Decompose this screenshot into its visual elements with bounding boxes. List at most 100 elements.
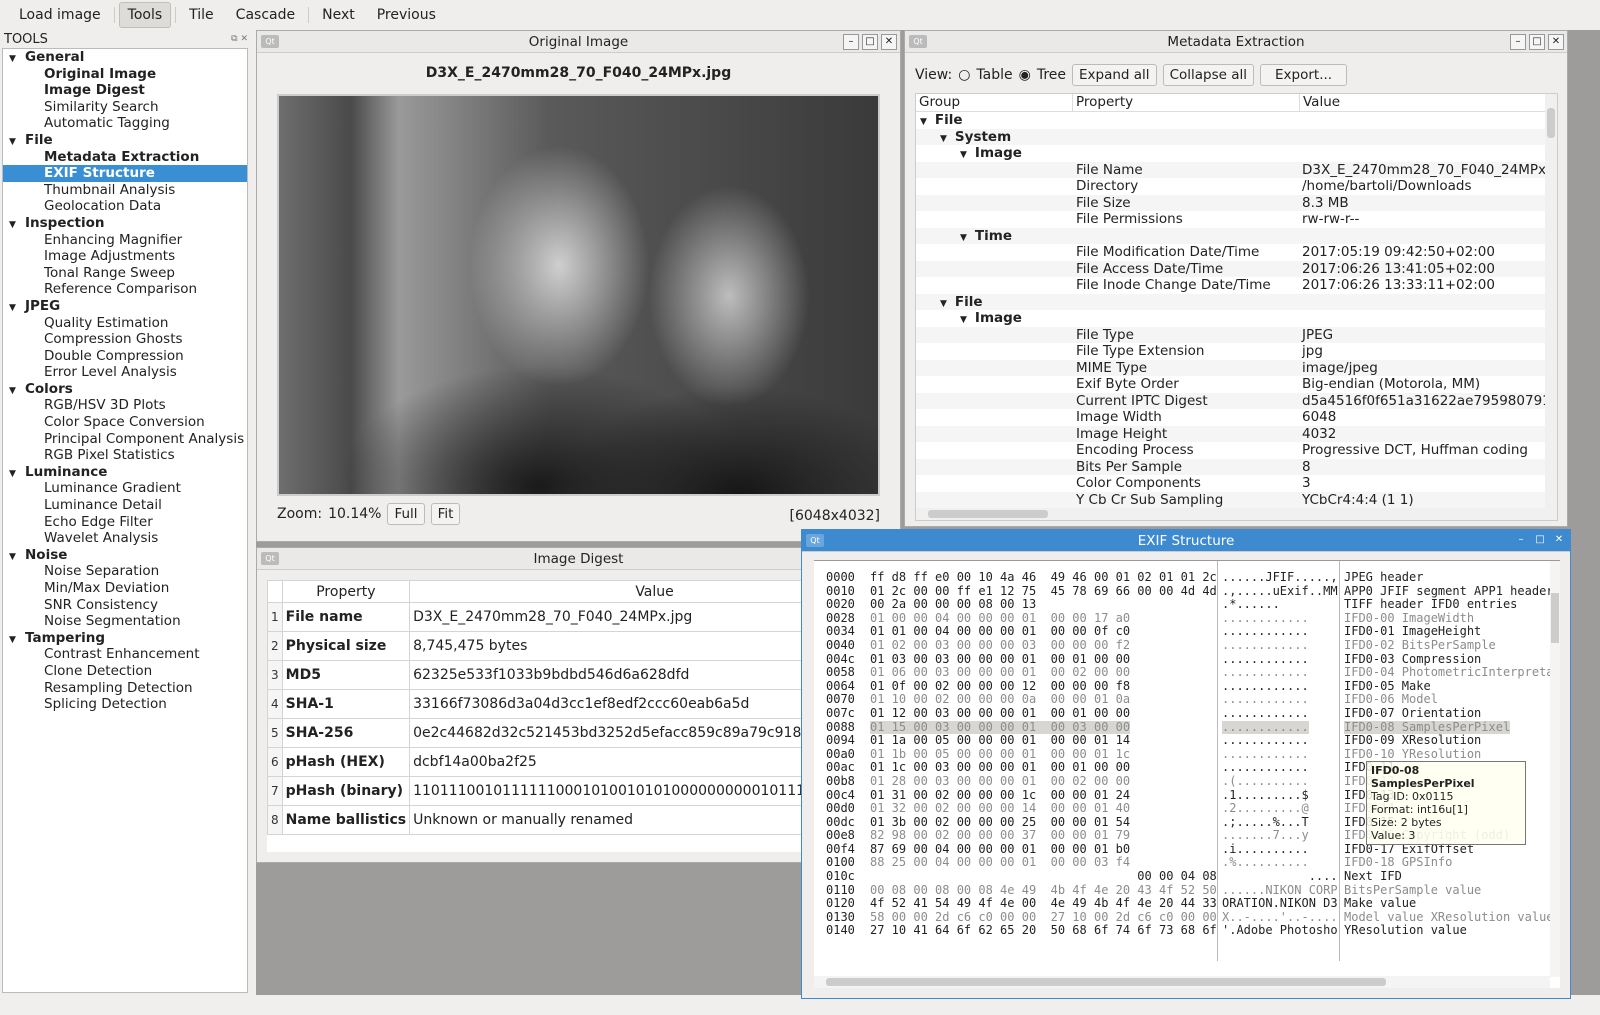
hex-row[interactable]: 0064 01 0f 00 02 00 00 00 12 00 00 00 f8.…: [822, 679, 1542, 694]
toolbar-previous-button[interactable]: Previous: [368, 2, 445, 28]
expanded-arrow-icon[interactable]: ▼: [9, 383, 25, 400]
tree-row[interactable]: Image Width 6048: [916, 409, 1557, 426]
hex-row[interactable]: 0028 01 00 00 04 00 00 00 01 00 00 17 a0.…: [822, 611, 1542, 626]
tree-item-reference-comparison[interactable]: Reference Comparison: [3, 281, 247, 298]
tree-row[interactable]: File Access Date/Time 2017:06:26 13:41:05…: [916, 260, 1557, 277]
tree-radio-label[interactable]: Tree: [1037, 67, 1066, 83]
table-radio-label[interactable]: Table: [976, 67, 1012, 83]
toolbar-next-button[interactable]: Next: [313, 2, 364, 28]
expanded-arrow-icon[interactable]: ▼: [940, 134, 947, 144]
metadata-tree[interactable]: Group Property Value ▼ File ▼ System ▼ Image F…: [915, 93, 1558, 521]
hex-row[interactable]: 0120 4f 52 41 54 49 4f 4e 00 4e 49 4b 4f …: [822, 897, 1542, 911]
tree-item-wavelet-analysis[interactable]: Wavelet Analysis: [3, 530, 247, 547]
hex-row[interactable]: 0020 00 2a 00 00 00 08 00 13 .*...... TIFF …: [822, 598, 1542, 612]
tree-row[interactable]: Color Components 3: [916, 475, 1557, 492]
tree-category-inspection[interactable]: ▼ Inspection: [3, 215, 247, 232]
tree-item-color-space-conversion[interactable]: Color Space Conversion: [3, 414, 247, 431]
tree-row[interactable]: Current IPTC Digest d5a4516f0f651a31622ae…: [916, 392, 1557, 409]
tree-row[interactable]: Exif Byte Order Big-endian (Motorola, MM): [916, 376, 1557, 393]
tree-item-exif-structure[interactable]: EXIF Structure: [3, 165, 247, 182]
tree-item-resampling-detection[interactable]: Resampling Detection: [3, 680, 247, 697]
hex-row[interactable]: 0000 ff d8 ff e0 00 10 4a 46 49 46 00 01 …: [822, 570, 1542, 585]
horizontal-scrollbar[interactable]: [814, 976, 1550, 988]
expanded-arrow-icon[interactable]: ▼: [9, 217, 25, 234]
table-radio[interactable]: ○: [958, 67, 970, 83]
fit-button[interactable]: Fit: [430, 503, 461, 525]
hex-row[interactable]: 007c 01 12 00 03 00 00 00 01 00 01 00 00.…: [822, 706, 1542, 721]
hex-row[interactable]: 0100 88 25 00 04 00 00 00 01 00 00 03 f4.…: [822, 856, 1542, 870]
column-property[interactable]: Property: [281, 580, 411, 603]
tree-row[interactable]: MIME Type image/jpeg: [916, 359, 1557, 376]
hex-row[interactable]: 0040 01 02 00 03 00 00 00 03 00 00 00 f2.…: [822, 638, 1542, 653]
tree-row[interactable]: Image Height 4032: [916, 425, 1557, 442]
tree-item-geolocation-data[interactable]: Geolocation Data: [3, 198, 247, 215]
tree-item-clone-detection[interactable]: Clone Detection: [3, 663, 247, 680]
hex-row[interactable]: 0110 00 08 00 08 00 08 4e 49 4b 4f 4e 20 …: [822, 883, 1542, 898]
tree-item-thumbnail-analysis[interactable]: Thumbnail Analysis: [3, 182, 247, 199]
tree-item-rgb-pixel-statistics[interactable]: RGB Pixel Statistics: [3, 447, 247, 464]
tree-item-enhancing-magnifier[interactable]: Enhancing Magnifier: [3, 232, 247, 249]
expanded-arrow-icon[interactable]: ▼: [9, 51, 25, 68]
tree-item-image-digest[interactable]: Image Digest: [3, 82, 247, 99]
toolbar-cascade-button[interactable]: Cascade: [227, 2, 304, 28]
hex-row[interactable]: 0058 01 06 00 03 00 00 00 01 00 02 00 00.…: [822, 666, 1560, 680]
tree-item-quality-estimation[interactable]: Quality Estimation: [3, 315, 247, 332]
tree-category-jpeg[interactable]: ▼ JPEG: [3, 298, 247, 315]
tree-item-compression-ghosts[interactable]: Compression Ghosts: [3, 331, 247, 348]
tree-category-general[interactable]: ▼ General: [3, 49, 247, 66]
toolbar-tile-button[interactable]: Tile: [180, 2, 223, 28]
float-icon[interactable]: ⧉: [231, 34, 237, 44]
tree-item-min-max-deviation[interactable]: Min/Max Deviation: [3, 580, 247, 597]
tree-row[interactable]: ▼ File: [916, 293, 1557, 310]
close-icon[interactable]: ✕: [240, 34, 248, 44]
tree-item-similarity-search[interactable]: Similarity Search: [3, 99, 247, 116]
expanded-arrow-icon[interactable]: ▼: [9, 549, 25, 566]
hex-row[interactable]: 0094 01 1a 00 05 00 00 00 01 00 00 01 14.…: [822, 734, 1542, 748]
tree-item-noise-segmentation[interactable]: Noise Segmentation: [3, 613, 247, 630]
hex-row[interactable]: 0034 01 01 00 04 00 00 00 01 00 00 0f c0.…: [822, 625, 1542, 639]
hex-row[interactable]: 0088 01 15 00 03 00 00 00 01 00 03 00 00.…: [822, 720, 1542, 735]
expanded-arrow-icon[interactable]: ▼: [9, 300, 25, 317]
vertical-scrollbar[interactable]: [1550, 561, 1560, 977]
expanded-arrow-icon[interactable]: ▼: [9, 632, 25, 649]
hex-row[interactable]: 00a0 01 1b 00 05 00 00 00 01 00 00 01 1c.…: [822, 747, 1542, 762]
hex-row[interactable]: 0130 58 00 00 2d c6 c0 00 00 27 10 00 2d …: [822, 910, 1554, 925]
tree-category-luminance[interactable]: ▼ Luminance: [3, 464, 247, 481]
hex-row[interactable]: 0010 01 2c 00 00 ff e1 12 75 45 78 69 66 …: [822, 584, 1554, 599]
tree-item-snr-consistency[interactable]: SNR Consistency: [3, 597, 247, 614]
toolbar-tools-button[interactable]: Tools: [118, 2, 172, 28]
expanded-arrow-icon[interactable]: ▼: [9, 466, 25, 483]
tree-item-tonal-range-sweep[interactable]: Tonal Range Sweep: [3, 265, 247, 282]
image-view[interactable]: [277, 94, 880, 496]
tree-row[interactable]: ▼ Time: [916, 227, 1557, 244]
tree-row[interactable]: File Type Extension jpg: [916, 343, 1557, 360]
tree-item-principal-component-analysis[interactable]: Principal Component Analysis: [3, 431, 247, 448]
tree-item-image-adjustments[interactable]: Image Adjustments: [3, 248, 247, 265]
expanded-arrow-icon[interactable]: ▼: [960, 233, 967, 243]
tree-row[interactable]: ▼ System: [916, 128, 1557, 145]
tree-row[interactable]: ▼ File: [916, 112, 1557, 129]
tree-category-file[interactable]: ▼ File: [3, 132, 247, 149]
minimize-button[interactable]: –: [1510, 34, 1526, 50]
close-button[interactable]: ✕: [1551, 533, 1567, 549]
tree-item-contrast-enhancement[interactable]: Contrast Enhancement: [3, 646, 247, 663]
toolbar-load-image-button[interactable]: Load image: [10, 2, 110, 28]
tree-row[interactable]: Encoding Process Progressive DCT, Huffman…: [916, 442, 1557, 459]
tree-category-tampering[interactable]: ▼ Tampering: [3, 630, 247, 647]
expanded-arrow-icon[interactable]: ▼: [9, 134, 25, 151]
minimize-button[interactable]: –: [1513, 533, 1529, 549]
tree-item-automatic-tagging[interactable]: Automatic Tagging: [3, 115, 247, 132]
tree-item-original-image[interactable]: Original Image: [3, 66, 247, 83]
collapse-all-button[interactable]: Collapse all: [1162, 64, 1254, 86]
expanded-arrow-icon[interactable]: ▼: [920, 117, 927, 127]
hex-row[interactable]: 004c 01 03 00 03 00 00 00 01 00 01 00 00.…: [822, 652, 1542, 667]
tree-row[interactable]: File Size 8.3 MB: [916, 194, 1557, 211]
maximize-button[interactable]: □: [1532, 533, 1548, 549]
minimize-button[interactable]: –: [843, 34, 859, 50]
maximize-button[interactable]: □: [862, 34, 878, 50]
tree-category-noise[interactable]: ▼ Noise: [3, 547, 247, 564]
tree-row[interactable]: Y Cb Cr Sub Sampling YCbCr4:4:4 (1 1): [916, 491, 1557, 508]
hex-row[interactable]: 0140 27 10 41 64 6f 62 65 20 50 68 6f 74 …: [822, 924, 1542, 938]
vertical-scrollbar[interactable]: [1545, 94, 1557, 520]
expanded-arrow-icon[interactable]: ▼: [940, 299, 947, 309]
